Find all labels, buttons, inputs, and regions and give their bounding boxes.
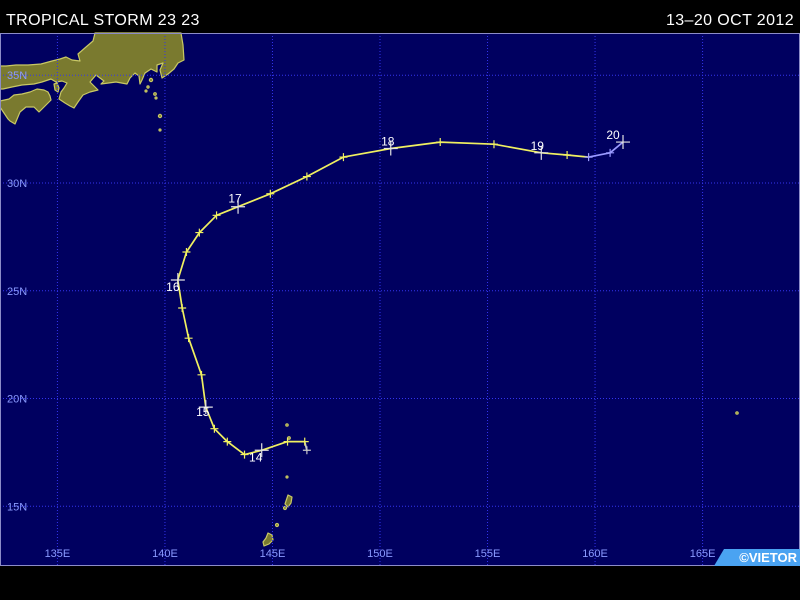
storm-title: TROPICAL STORM 23 23 — [6, 12, 200, 29]
lon-label: 140E — [152, 548, 178, 560]
lat-label: 15N — [7, 501, 27, 513]
lat-label: 30N — [7, 178, 27, 190]
day-label: 17 — [228, 192, 242, 206]
storm-track-map: TROPICAL STORM 23 23 13–20 OCT 2012 1415… — [0, 0, 800, 600]
credit-text: ©VIETOR — [739, 550, 797, 565]
island — [148, 77, 154, 83]
map-area: 14 15 16 17 18 19 20 35N 30N 25N 20N 15N 135E 140E 14… — [0, 32, 800, 566]
island — [285, 423, 289, 427]
credit-badge: ©VIETOR — [714, 549, 800, 566]
date-range: 13–20 OCT 2012 — [666, 12, 794, 29]
island — [144, 89, 148, 93]
lon-label: 165E — [690, 548, 716, 560]
day-label: 14 — [249, 450, 263, 464]
island — [158, 128, 162, 132]
island — [274, 522, 280, 528]
day-label: 19 — [531, 139, 545, 153]
lat-label: 35N — [7, 70, 27, 82]
island — [153, 92, 157, 96]
day-label: 16 — [166, 280, 180, 294]
lon-label: 145E — [260, 548, 286, 560]
lon-label: 135E — [45, 548, 71, 560]
lon-label: 160E — [582, 548, 608, 560]
day-label: 18 — [381, 135, 395, 149]
lon-label: 150E — [367, 548, 393, 560]
lat-label: 25N — [7, 286, 27, 298]
island — [154, 96, 158, 100]
island — [282, 505, 288, 511]
lon-label: 155E — [475, 548, 501, 560]
day-label: 20 — [606, 128, 620, 142]
lat-label: 20N — [7, 394, 27, 406]
island — [157, 113, 163, 119]
island — [146, 85, 150, 89]
island — [735, 411, 739, 415]
island — [285, 475, 289, 479]
day-label: 15 — [196, 405, 210, 419]
ocean — [0, 33, 800, 566]
